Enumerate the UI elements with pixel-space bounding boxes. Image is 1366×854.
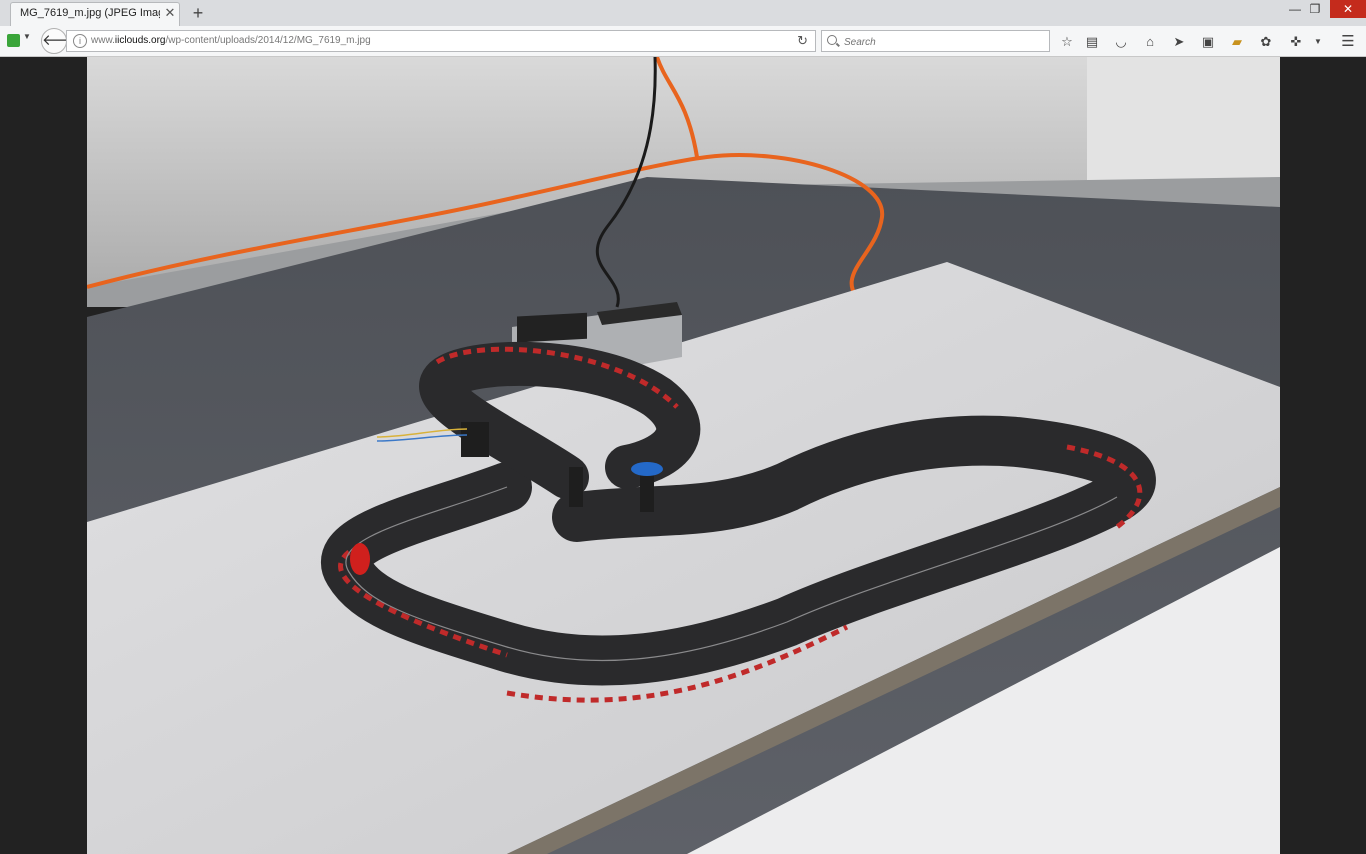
- tab-title: MG_7619_m.jpg (JPEG Image, ...: [20, 7, 160, 19]
- bridge-pylon: [569, 467, 583, 507]
- send-icon[interactable]: ➤: [1171, 34, 1187, 50]
- url-text[interactable]: www.iiclouds.org/wp-content/uploads/2014…: [91, 35, 371, 46]
- extension-icon[interactable]: ✿: [1258, 34, 1274, 50]
- search-bar[interactable]: [821, 30, 1050, 52]
- reload-icon[interactable]: ↻: [797, 33, 808, 49]
- menu-icon[interactable]: ☰: [1340, 34, 1356, 50]
- navigation-toolbar: ▼ 🡐 i www.iiclouds.org/wp-content/upload…: [0, 26, 1366, 57]
- url-host: iiclouds.org: [114, 35, 166, 46]
- star-icon[interactable]: ☆: [1059, 34, 1075, 50]
- info-icon[interactable]: i: [73, 34, 87, 48]
- back-button[interactable]: 🡐: [41, 28, 82, 54]
- pocket-icon[interactable]: ◡: [1113, 34, 1129, 50]
- image-viewport: 0.0 11.3: [0, 57, 1366, 854]
- url-prefix: www.: [91, 35, 115, 46]
- blue-car: [631, 462, 663, 476]
- tab-bar: MG_7619_m.jpg (JPEG Image, ... ✕ + — ❐ ✕: [0, 0, 1366, 26]
- puzzle-icon[interactable]: ✜: [1288, 34, 1304, 50]
- tab-close-icon[interactable]: ✕: [163, 6, 177, 20]
- slot-car-track-photo: 0.0 11.3: [87, 57, 1280, 854]
- sync-caret-icon[interactable]: ▼: [23, 32, 31, 41]
- sync-icon[interactable]: [7, 34, 20, 47]
- window-close-button[interactable]: ✕: [1330, 0, 1366, 18]
- window-restore-button[interactable]: ❐: [1302, 0, 1328, 18]
- search-input[interactable]: [842, 33, 1046, 51]
- save-icon[interactable]: ▣: [1200, 34, 1216, 50]
- controller-stand: [461, 422, 489, 457]
- reading-list-icon[interactable]: ▤: [1084, 34, 1100, 50]
- url-bar[interactable]: i www.iiclouds.org/wp-content/uploads/20…: [66, 30, 816, 52]
- url-path: /wp-content/uploads/2014/12/MG_7619_m.jp…: [165, 35, 371, 46]
- tab-active[interactable]: MG_7619_m.jpg (JPEG Image, ... ✕: [10, 2, 180, 26]
- new-tab-button[interactable]: +: [188, 3, 208, 23]
- bridge-pylon: [640, 472, 654, 512]
- overflow-icon[interactable]: ▼: [1310, 34, 1326, 50]
- search-icon: [827, 35, 837, 45]
- displayed-image: 0.0 11.3: [87, 57, 1280, 854]
- red-car: [350, 543, 370, 575]
- bookmark-icon[interactable]: ▰: [1229, 34, 1245, 50]
- home-icon[interactable]: ⌂: [1142, 34, 1158, 50]
